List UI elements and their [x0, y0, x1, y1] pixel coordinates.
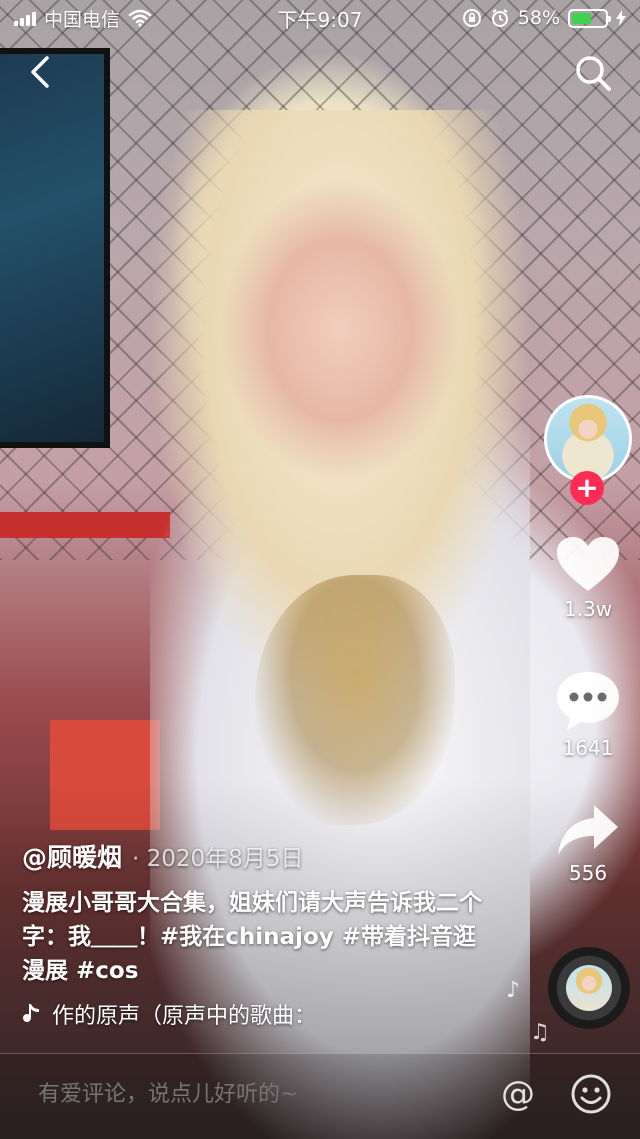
- comment-button[interactable]: 1641: [540, 670, 636, 760]
- rotation-lock-icon: [462, 9, 481, 27]
- comment-count: 1641: [562, 736, 614, 760]
- music-title: 作的原声（原声中的歌曲：: [52, 1004, 317, 1029]
- back-button[interactable]: [20, 50, 60, 94]
- alarm-icon: [491, 9, 508, 27]
- battery-fill: [572, 12, 591, 24]
- battery-percent: 58%: [517, 7, 560, 29]
- background-red-bar: [0, 512, 170, 538]
- author-avatar[interactable]: [544, 395, 632, 483]
- tiktok-note-icon: [23, 1004, 39, 1022]
- share-count: 556: [568, 861, 608, 885]
- status-bar: 中国电信 下午9:07 58%: [0, 0, 640, 36]
- post-caption[interactable]: 漫展小哥哥大合集，姐妹们请大声告诉我二个字：我＿＿！#我在chinajoy #带…: [22, 886, 482, 988]
- author-name[interactable]: @顾暖烟: [22, 838, 122, 874]
- like-button[interactable]: 1.3w: [540, 535, 636, 621]
- comment-bar: @: [0, 1053, 640, 1139]
- music-note-icon: ♫: [530, 1020, 550, 1045]
- author-line: @顾暖烟 · 2020年8月5日: [22, 838, 522, 874]
- music-disc[interactable]: [548, 947, 630, 1029]
- status-left: 中国电信: [14, 5, 152, 32]
- search-button[interactable]: [570, 50, 616, 96]
- status-right: 58%: [462, 7, 626, 29]
- follow-button[interactable]: +: [570, 471, 604, 505]
- search-icon: [576, 56, 611, 91]
- music-line[interactable]: 作的原声（原声中的歌曲：: [22, 998, 362, 1030]
- music-note-icon: ♪: [506, 978, 521, 1003]
- like-count: 1.3w: [563, 597, 613, 621]
- share-button[interactable]: 556: [540, 803, 636, 885]
- carrier-label: 中国电信: [44, 8, 121, 31]
- battery-icon: [568, 8, 611, 28]
- comment-icon: [557, 672, 619, 730]
- wifi-icon: [128, 9, 152, 27]
- background-monitor: [0, 48, 110, 448]
- comment-input[interactable]: [38, 1082, 478, 1107]
- post-date: · 2020年8月5日: [132, 846, 304, 872]
- chevron-left-icon: [31, 56, 49, 88]
- heart-icon: [557, 537, 619, 591]
- signal-icon: [14, 10, 36, 26]
- emoji-icon[interactable]: [570, 1073, 612, 1115]
- music-cover-art: [566, 965, 612, 1011]
- charging-icon: [616, 10, 626, 26]
- clock: 下午9:07: [277, 7, 363, 32]
- share-arrow-icon: [558, 805, 618, 855]
- mention-button[interactable]: @: [496, 1072, 540, 1116]
